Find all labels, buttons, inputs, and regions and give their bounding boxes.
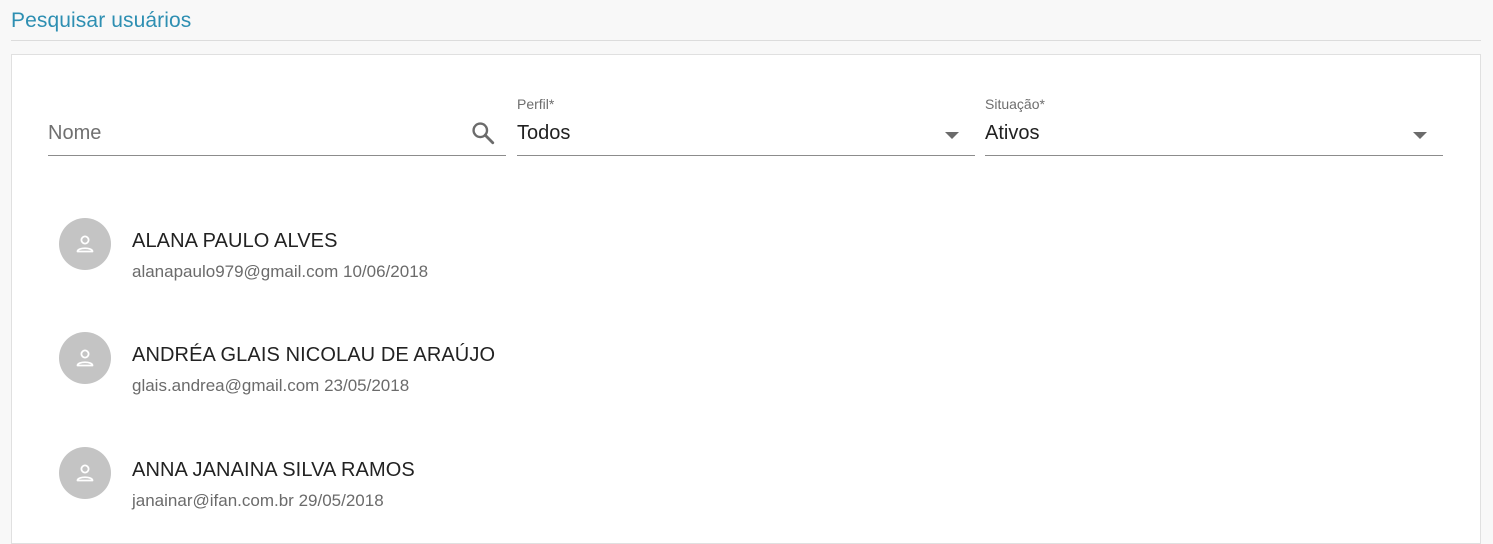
person-icon bbox=[76, 349, 94, 367]
status-select[interactable]: Situação* Ativos bbox=[985, 96, 1443, 156]
status-label: Situação* bbox=[985, 96, 1045, 112]
status-value[interactable]: Ativos bbox=[985, 122, 1039, 145]
avatar bbox=[59, 218, 111, 270]
user-date: 29/05/2018 bbox=[298, 491, 384, 510]
chevron-down-icon[interactable] bbox=[1413, 132, 1427, 139]
search-icon[interactable] bbox=[470, 120, 496, 146]
list-item[interactable]: ANDRÉA GLAIS NICOLAU DE ARAÚJO glais.and… bbox=[48, 322, 1448, 422]
page-title: Pesquisar usuários bbox=[11, 9, 192, 32]
chevron-down-icon[interactable] bbox=[945, 132, 959, 139]
profile-value[interactable]: Todos bbox=[517, 122, 570, 145]
person-icon bbox=[76, 464, 94, 482]
name-search-input[interactable] bbox=[48, 122, 448, 145]
user-date: 23/05/2018 bbox=[324, 376, 410, 395]
user-name: ALANA PAULO ALVES bbox=[132, 230, 338, 252]
avatar bbox=[59, 332, 111, 384]
user-name: ANDRÉA GLAIS NICOLAU DE ARAÚJO bbox=[132, 344, 496, 366]
user-meta: glais.andrea@gmail.com 23/05/2018 bbox=[132, 376, 409, 396]
profile-select[interactable]: Perfil* Todos bbox=[517, 96, 975, 156]
user-name: ANNA JANAINA SILVA RAMOS bbox=[132, 459, 415, 481]
user-email: glais.andrea@gmail.com bbox=[132, 376, 320, 395]
user-email: alanapaulo979@gmail.com bbox=[132, 262, 339, 281]
name-search-field[interactable] bbox=[48, 96, 506, 156]
user-date: 10/06/2018 bbox=[343, 262, 429, 281]
person-icon bbox=[76, 235, 94, 253]
title-divider bbox=[11, 40, 1481, 41]
list-item[interactable]: ALANA PAULO ALVES alanapaulo979@gmail.co… bbox=[48, 208, 1448, 308]
profile-label: Perfil* bbox=[517, 96, 555, 112]
user-meta: alanapaulo979@gmail.com 10/06/2018 bbox=[132, 262, 428, 282]
list-item[interactable]: ANNA JANAINA SILVA RAMOS janainar@ifan.c… bbox=[48, 437, 1448, 537]
avatar bbox=[59, 447, 111, 499]
user-meta: janainar@ifan.com.br 29/05/2018 bbox=[132, 491, 384, 511]
user-email: janainar@ifan.com.br bbox=[132, 491, 294, 510]
